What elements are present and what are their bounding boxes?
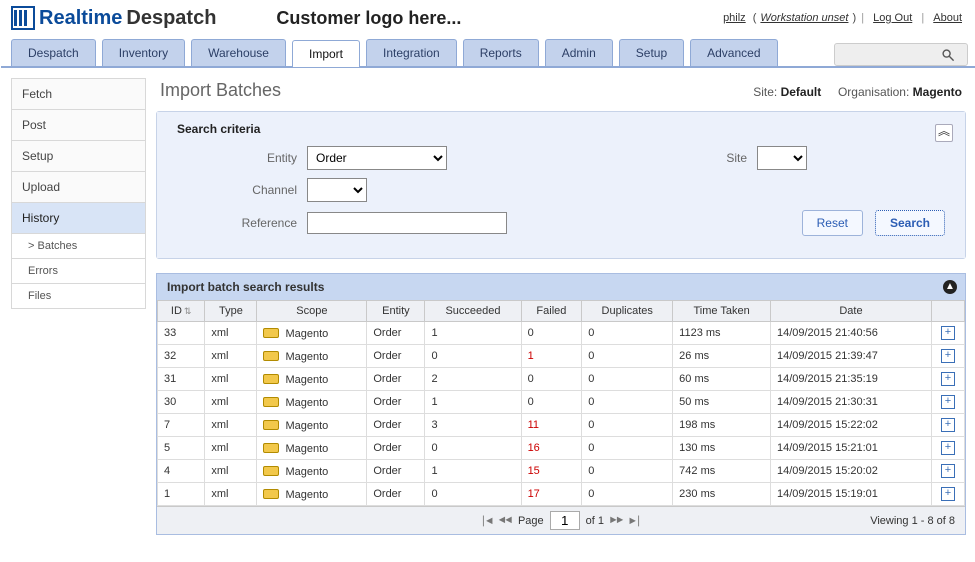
logout-link[interactable]: Log Out xyxy=(873,12,912,24)
col-entity[interactable]: Entity xyxy=(367,301,425,322)
tab-despatch[interactable]: Despatch xyxy=(11,39,96,66)
main-tabs: DespatchInventoryWarehouseImportIntegrat… xyxy=(1,39,975,68)
top-links: philz (Workstation unset) | Log Out | Ab… xyxy=(719,12,966,24)
brand-part1: Realtime xyxy=(39,7,122,30)
tab-inventory[interactable]: Inventory xyxy=(102,39,185,66)
site-value: Default xyxy=(781,85,822,99)
key-icon xyxy=(263,374,279,384)
reset-button[interactable]: Reset xyxy=(802,210,863,236)
key-icon xyxy=(263,351,279,361)
pager-page-input[interactable] xyxy=(550,511,580,530)
expand-row-icon[interactable]: + xyxy=(941,372,955,386)
criteria-legend: Search criteria xyxy=(177,122,945,136)
expand-row-icon[interactable]: + xyxy=(941,418,955,432)
expand-row-icon[interactable]: + xyxy=(941,349,955,363)
table-row[interactable]: 30xmlMagentoOrder10050 ms14/09/2015 21:3… xyxy=(158,391,965,414)
col-type[interactable]: Type xyxy=(205,301,257,322)
sidebar-subitem-errors[interactable]: Errors xyxy=(11,259,146,284)
key-icon xyxy=(263,466,279,476)
expand-row-icon[interactable]: + xyxy=(941,395,955,409)
sidebar-item-fetch[interactable]: Fetch xyxy=(11,78,146,110)
col-expand xyxy=(932,301,965,322)
table-row[interactable]: 4xmlMagentoOrder1150742 ms14/09/2015 15:… xyxy=(158,460,965,483)
about-link[interactable]: About xyxy=(933,12,962,24)
app-logo: RealtimeDespatch xyxy=(11,6,216,30)
criteria-collapse-icon[interactable]: ︽ xyxy=(935,124,953,142)
col-time-taken[interactable]: Time Taken xyxy=(673,301,771,322)
search-button[interactable]: Search xyxy=(875,210,945,236)
org-label: Organisation: xyxy=(838,85,909,99)
table-row[interactable]: 1xmlMagentoOrder0170230 ms14/09/2015 15:… xyxy=(158,483,965,506)
sidebar: FetchPostSetupUploadHistoryBatchesErrors… xyxy=(11,78,146,535)
table-row[interactable]: 5xmlMagentoOrder0160130 ms14/09/2015 15:… xyxy=(158,437,965,460)
expand-row-icon[interactable]: + xyxy=(941,441,955,455)
search-criteria-panel: Search criteria ︽ Entity Order Site Chan… xyxy=(157,112,965,258)
channel-select[interactable] xyxy=(307,178,367,202)
col-failed[interactable]: Failed xyxy=(521,301,582,322)
pager: ∣◄ ◄◄ Page of 1 ►► ►∣ Viewing 1 - 8 of 8 xyxy=(157,506,965,534)
customer-logo-placeholder: Customer logo here... xyxy=(276,8,461,29)
page-meta: Site: Default Organisation: Magento xyxy=(753,85,962,99)
tab-admin[interactable]: Admin xyxy=(545,39,613,66)
channel-label: Channel xyxy=(177,183,297,197)
reference-label: Reference xyxy=(177,216,297,230)
org-value: Magento xyxy=(913,85,962,99)
pager-last-icon[interactable]: ►∣ xyxy=(629,514,641,528)
key-icon xyxy=(263,328,279,338)
table-row[interactable]: 7xmlMagentoOrder3110198 ms14/09/2015 15:… xyxy=(158,414,965,437)
col-duplicates[interactable]: Duplicates xyxy=(582,301,673,322)
col-date[interactable]: Date xyxy=(770,301,931,322)
pager-next-icon[interactable]: ►► xyxy=(610,515,623,527)
sidebar-item-upload[interactable]: Upload xyxy=(11,172,146,203)
results-table: ID⇅TypeScopeEntitySucceededFailedDuplica… xyxy=(157,300,965,506)
tab-integration[interactable]: Integration xyxy=(366,39,457,66)
table-row[interactable]: 33xmlMagentoOrder1001123 ms14/09/2015 21… xyxy=(158,322,965,345)
global-search[interactable] xyxy=(834,43,968,66)
page-title: Import Batches xyxy=(160,80,281,101)
pager-first-icon[interactable]: ∣◄ xyxy=(481,514,493,528)
site-label: Site: xyxy=(753,85,777,99)
site-select[interactable] xyxy=(757,146,807,170)
search-icon xyxy=(941,48,955,62)
results-collapse-icon[interactable]: ▲ xyxy=(943,280,957,294)
col-id[interactable]: ID⇅ xyxy=(158,301,205,322)
tab-setup[interactable]: Setup xyxy=(619,39,684,66)
barcode-icon xyxy=(11,6,35,30)
col-succeeded[interactable]: Succeeded xyxy=(425,301,521,322)
sort-icon[interactable]: ⇅ xyxy=(184,306,192,316)
pager-prev-icon[interactable]: ◄◄ xyxy=(499,515,512,527)
sidebar-item-history[interactable]: History xyxy=(11,203,146,234)
expand-row-icon[interactable]: + xyxy=(941,464,955,478)
tab-warehouse[interactable]: Warehouse xyxy=(191,39,286,66)
key-icon xyxy=(263,443,279,453)
workstation-link[interactable]: Workstation unset xyxy=(760,12,848,24)
expand-row-icon[interactable]: + xyxy=(941,326,955,340)
pager-page-label: Page xyxy=(518,515,544,527)
pager-of-label: of 1 xyxy=(586,515,604,527)
sidebar-item-setup[interactable]: Setup xyxy=(11,141,146,172)
key-icon xyxy=(263,420,279,430)
sidebar-subitem-files[interactable]: Files xyxy=(11,284,146,309)
reference-input[interactable] xyxy=(307,212,507,234)
sidebar-subitem-batches[interactable]: Batches xyxy=(11,234,146,259)
table-row[interactable]: 31xmlMagentoOrder20060 ms14/09/2015 21:3… xyxy=(158,368,965,391)
brand-part2: Despatch xyxy=(126,7,216,30)
sidebar-item-post[interactable]: Post xyxy=(11,110,146,141)
tab-advanced[interactable]: Advanced xyxy=(690,39,777,66)
table-row[interactable]: 32xmlMagentoOrder01026 ms14/09/2015 21:3… xyxy=(158,345,965,368)
results-panel: Import batch search results ▲ ID⇅TypeSco… xyxy=(156,273,966,535)
col-scope[interactable]: Scope xyxy=(257,301,367,322)
pager-viewing: Viewing 1 - 8 of 8 xyxy=(870,515,955,527)
global-search-input[interactable] xyxy=(841,46,935,63)
expand-row-icon[interactable]: + xyxy=(941,487,955,501)
key-icon xyxy=(263,397,279,407)
results-header: Import batch search results xyxy=(167,280,324,294)
tab-import[interactable]: Import xyxy=(292,40,360,67)
entity-label: Entity xyxy=(177,151,297,165)
site-filter-label: Site xyxy=(707,151,747,165)
key-icon xyxy=(263,489,279,499)
tab-reports[interactable]: Reports xyxy=(463,39,539,66)
user-link[interactable]: philz xyxy=(723,12,746,24)
entity-select[interactable]: Order xyxy=(307,146,447,170)
